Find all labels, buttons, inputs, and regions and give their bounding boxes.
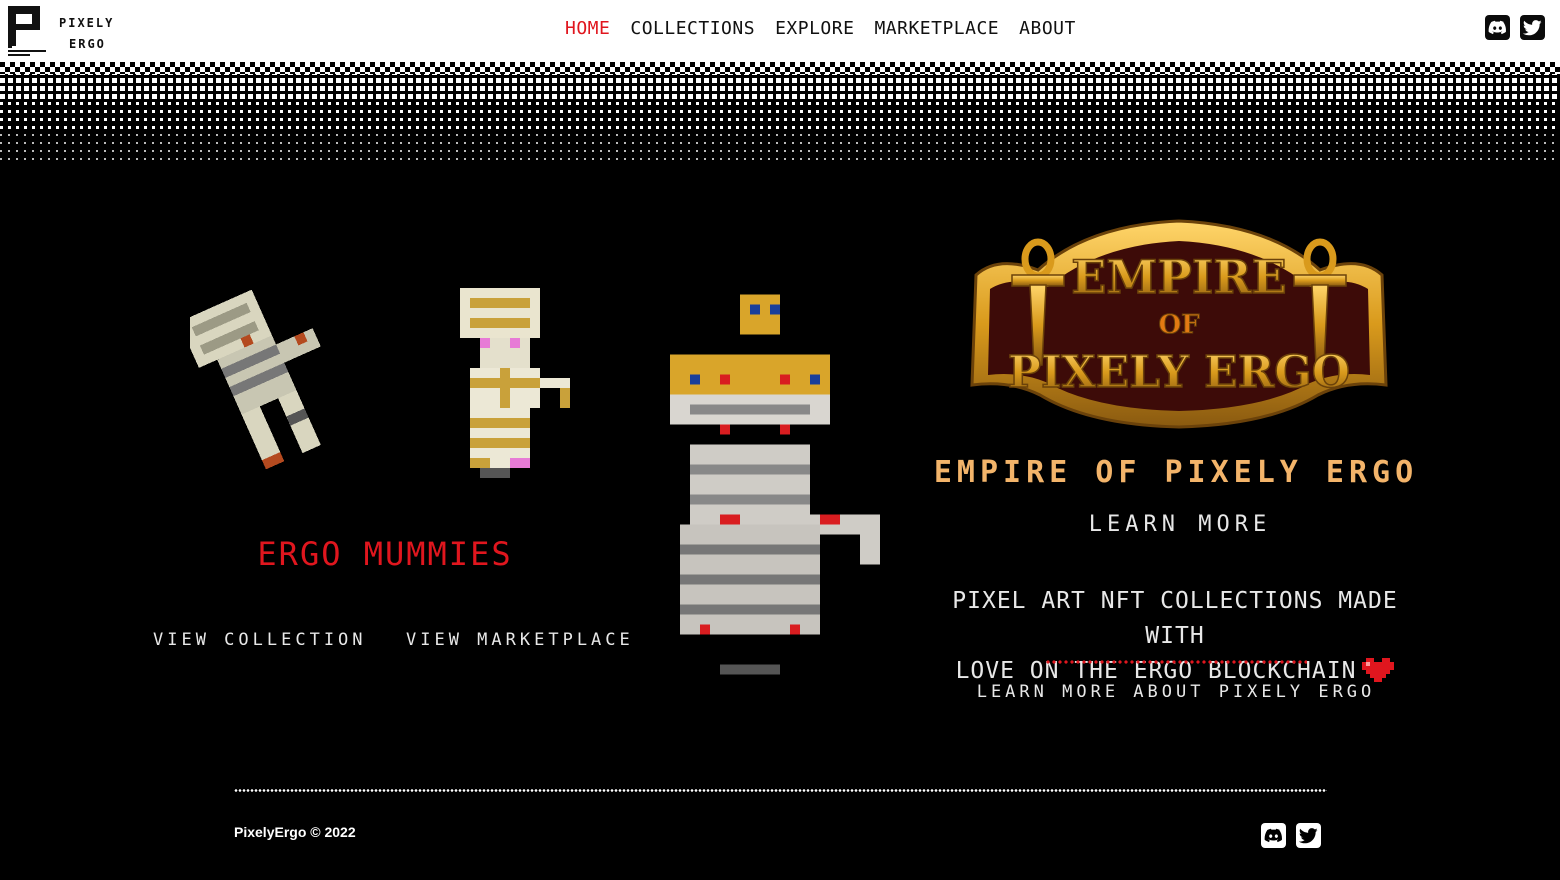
discord-icon xyxy=(1264,828,1282,843)
mummy-left-image xyxy=(190,290,321,470)
brand-line1: PIXELY xyxy=(59,16,115,30)
mummy-king-image xyxy=(670,294,880,675)
dither-pattern xyxy=(0,62,1560,162)
nav-marketplace[interactable]: MARKETPLACE xyxy=(874,18,999,44)
empire-emblem-image: EMPIRE OF PIXELY ERGO xyxy=(970,219,1388,429)
discord-button[interactable] xyxy=(1485,15,1510,40)
emblem-line3: PIXELY ERGO xyxy=(1008,347,1350,398)
twitter-icon xyxy=(1523,19,1542,35)
footer-twitter-button[interactable] xyxy=(1296,823,1321,848)
main-nav: HOME COLLECTIONS EXPLORE MARKETPLACE ABO… xyxy=(565,18,1076,44)
footer-discord-button[interactable] xyxy=(1261,823,1286,848)
red-dotted-divider xyxy=(1045,660,1307,664)
nav-about[interactable]: ABOUT xyxy=(1019,18,1076,44)
twitter-icon xyxy=(1299,827,1318,843)
logo[interactable]: PIXELY ERGO xyxy=(8,6,128,58)
header-social xyxy=(1485,15,1545,40)
nav-collections[interactable]: COLLECTIONS xyxy=(630,18,755,44)
logo-mark-icon xyxy=(8,6,46,56)
nav-explore[interactable]: EXPLORE xyxy=(775,18,854,44)
site-header: PIXELY ERGO HOME COLLECTIONS EXPLORE MAR… xyxy=(0,0,1560,62)
learn-more-about-link[interactable]: LEARN MORE ABOUT PIXELY ERGO xyxy=(960,682,1392,702)
mummy-pharaoh-image xyxy=(460,288,570,478)
footer-divider xyxy=(234,789,1327,792)
footer-social xyxy=(1261,823,1321,848)
emblem-line2: OF xyxy=(1158,310,1200,340)
tagline-line1: PIXEL ART NFT COLLECTIONS MADE WITH xyxy=(952,588,1398,649)
brand-line2: ERGO xyxy=(69,37,106,51)
view-marketplace-link[interactable]: VIEW MARKETPLACE xyxy=(406,630,634,650)
twitter-button[interactable] xyxy=(1520,15,1545,40)
featured-title: EMPIRE OF PIXELY ERGO xyxy=(933,455,1419,490)
tagline: PIXEL ART NFT COLLECTIONS MADE WITH LOVE… xyxy=(920,584,1430,689)
collection-title: ERGO MUMMIES xyxy=(257,535,513,573)
learn-more-link[interactable]: LEARN MORE xyxy=(930,512,1430,537)
nav-home[interactable]: HOME xyxy=(565,18,610,44)
copyright-text: PixelyErgo © 2022 xyxy=(234,824,356,840)
discord-icon xyxy=(1488,20,1506,35)
view-collection-link[interactable]: VIEW COLLECTION xyxy=(153,630,367,650)
emblem-line1: EMPIRE xyxy=(1071,250,1286,304)
